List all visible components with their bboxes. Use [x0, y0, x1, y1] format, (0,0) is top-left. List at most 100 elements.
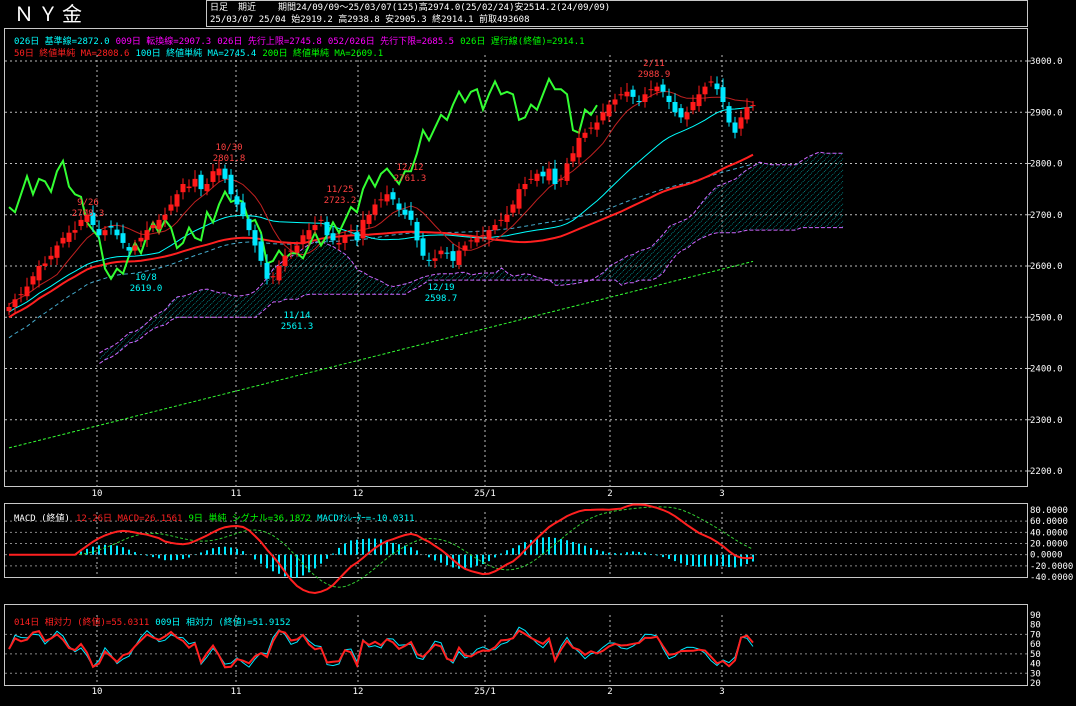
annotation-date-4: 11/25	[326, 185, 353, 195]
candle-body	[714, 83, 720, 90]
price-xtick-label-2: 12	[353, 489, 364, 499]
price-xtick-label-0: 10	[92, 489, 103, 499]
candle-body	[618, 94, 624, 96]
candle-body	[372, 204, 378, 215]
candle-body	[624, 91, 630, 97]
candle-body	[270, 276, 276, 278]
candle-body	[408, 210, 414, 220]
chart-canvas[interactable]: 3000.02900.02800.02700.02600.02500.02400…	[0, 0, 1076, 706]
candle-body	[120, 233, 126, 243]
candle-body	[582, 132, 588, 138]
candle-body	[348, 230, 354, 232]
candle-body	[228, 174, 234, 195]
candle-body	[132, 245, 138, 251]
annotation-date-6: 12/19	[427, 283, 454, 293]
candle-body	[102, 230, 108, 236]
candle-body	[588, 127, 594, 129]
price-xtick-label-4: 2	[607, 489, 612, 499]
candle-body	[282, 255, 288, 266]
rsi-xtick-label-3: 25/1	[474, 687, 496, 697]
candle-body	[378, 199, 384, 201]
candle-body	[420, 238, 426, 256]
annotation-value-4: 2723.2	[324, 196, 357, 206]
candle-body	[654, 86, 660, 92]
candle-body	[324, 221, 330, 236]
candle-body	[720, 87, 726, 102]
candle-body	[72, 230, 78, 233]
candle-body	[402, 209, 408, 215]
candle-body	[666, 95, 672, 102]
candle-body	[672, 102, 678, 113]
annotation-date-5: 12/12	[396, 163, 423, 173]
rsi-xtick-label-0: 10	[92, 687, 103, 697]
candle-body	[486, 230, 492, 240]
price-ytick-label-5: 2500.0	[1030, 313, 1063, 323]
candle-body	[516, 189, 522, 209]
candle-body	[96, 229, 102, 236]
candle-body	[48, 255, 54, 260]
candle-body	[246, 218, 252, 231]
rsi-xtick-label-5: 3	[719, 687, 724, 697]
candle-body	[702, 86, 708, 95]
rsi9-line	[8, 626, 754, 668]
candle-body	[30, 276, 36, 285]
candle-body	[300, 235, 306, 244]
candle-body	[450, 251, 456, 261]
candle-body	[360, 219, 366, 239]
candle-body	[114, 229, 120, 236]
rsi-ytick-label-5: 40	[1030, 660, 1041, 670]
annotation-date-3: 11/14	[283, 311, 310, 321]
macd-ytick-label-0: 80.0000	[1030, 506, 1068, 516]
candle-body	[432, 258, 438, 261]
candle-body	[396, 203, 402, 210]
candle-body	[708, 81, 714, 83]
candle-body	[684, 112, 690, 120]
candle-body	[606, 104, 612, 117]
candle-body	[642, 94, 648, 102]
candle-body	[414, 221, 420, 241]
candle-body	[696, 94, 702, 107]
candle-body	[162, 214, 168, 220]
candle-body	[558, 178, 564, 180]
macd-ytick-label-5: -20.0000	[1030, 562, 1073, 572]
candle-body	[438, 250, 444, 255]
candle-body	[570, 153, 576, 162]
candle-body	[510, 204, 516, 213]
candle-body	[564, 163, 570, 181]
annotation-date-0: 9/26	[77, 198, 99, 208]
candle-body	[12, 299, 18, 307]
candle-body	[216, 168, 222, 176]
candle-body	[186, 186, 192, 189]
candle-body	[168, 204, 174, 211]
candle-body	[384, 194, 390, 202]
candle-body	[288, 250, 294, 252]
candle-body	[612, 99, 618, 105]
candle-body	[36, 266, 42, 281]
price-ytick-label-4: 2600.0	[1030, 262, 1063, 272]
candle-body	[504, 214, 510, 222]
candle-body	[312, 225, 318, 231]
macd-ytick-label-3: 20.0000	[1030, 540, 1068, 550]
price-ytick-label-0: 3000.0	[1030, 57, 1063, 67]
candle-body	[252, 230, 258, 246]
candle-body	[726, 106, 732, 123]
candle-body	[234, 196, 240, 205]
price-xtick-label-1: 11	[231, 489, 242, 499]
candle-body	[198, 174, 204, 190]
candle-body	[222, 168, 228, 179]
candle-body	[126, 247, 132, 251]
candle-body	[174, 194, 180, 207]
candle-body	[156, 219, 162, 230]
candle-body	[630, 89, 636, 97]
candle-body	[138, 237, 144, 242]
rsi-xtick-label-2: 12	[353, 687, 364, 697]
candle-body	[180, 184, 186, 193]
rsi-ytick-label-4: 50	[1030, 650, 1041, 660]
price-ytick-label-3: 2700.0	[1030, 211, 1063, 221]
candle-body	[150, 225, 156, 229]
candle-body	[474, 237, 480, 243]
candle-body	[264, 262, 270, 279]
candle-body	[42, 263, 48, 266]
candle-body	[678, 108, 684, 118]
annotation-date-7: 2/11	[643, 59, 665, 69]
